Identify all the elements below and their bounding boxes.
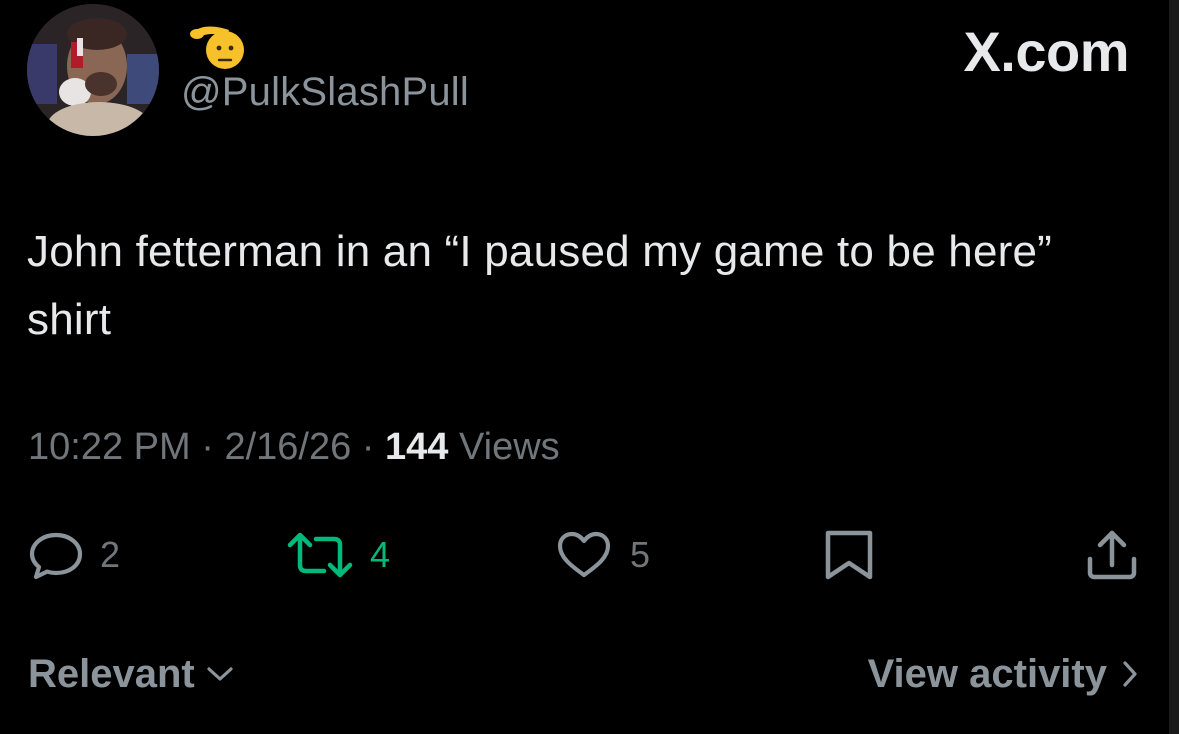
avatar-photo-icon — [27, 4, 159, 136]
post-time[interactable]: 10:22 PM — [28, 426, 191, 468]
view-activity-link[interactable]: View activity — [868, 654, 1139, 694]
user-handle[interactable]: @PulkSlashPull — [181, 72, 469, 112]
post-date[interactable]: 2/16/26 — [224, 426, 351, 468]
heart-icon — [557, 531, 611, 578]
view-activity-label: View activity — [867, 652, 1107, 696]
repost-count: 4 — [370, 534, 391, 575]
reply-count: 2 — [100, 534, 121, 575]
post-meta: 10:22 PM · 2/16/26 · 144 Views — [28, 428, 560, 466]
like-button[interactable]: 5 — [554, 529, 650, 581]
meta-separator: · — [361, 426, 386, 468]
meta-separator: · — [201, 426, 225, 468]
share-button[interactable] — [1084, 529, 1140, 581]
share-icon — [1087, 530, 1137, 580]
views-count: 144 — [385, 426, 449, 468]
saluting-face-emoji-icon — [189, 20, 247, 72]
sort-label: Relevant — [28, 652, 195, 696]
like-count: 5 — [630, 534, 651, 575]
bookmark-button[interactable] — [822, 529, 876, 581]
bookmark-icon — [825, 530, 873, 580]
avatar[interactable] — [27, 4, 159, 136]
repost-icon — [287, 532, 353, 578]
repost-button[interactable]: 4 — [286, 529, 390, 581]
reply-icon — [29, 532, 83, 580]
reply-button[interactable]: 2 — [28, 529, 120, 581]
sort-replies-dropdown[interactable]: Relevant — [28, 654, 235, 694]
post-text: John fetterman in an “I paused my game t… — [27, 227, 1053, 344]
chevron-right-icon — [1123, 661, 1137, 687]
scrollbar-edge — [1169, 0, 1179, 734]
brand-watermark: X.com — [963, 20, 1129, 83]
chevron-down-icon — [207, 667, 233, 681]
views-label: Views — [458, 426, 560, 468]
